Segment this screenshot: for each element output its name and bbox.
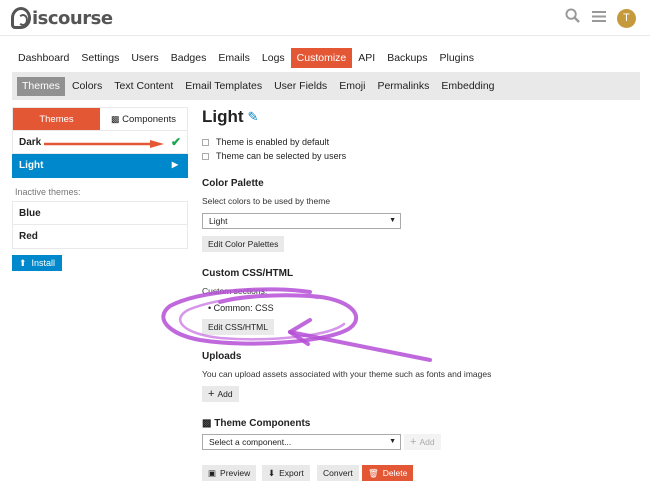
install-button[interactable]: ⬆ Install: [12, 255, 63, 271]
component-select[interactable]: Select a component... ▼: [202, 434, 401, 450]
chevron-right-icon: ▶: [171, 160, 178, 169]
uploads-desc: You can upload assets associated with yo…: [202, 369, 492, 379]
desktop-icon: ▣: [208, 467, 217, 478]
logo-text: iscourse: [32, 7, 113, 29]
custom-css-heading: Custom CSS/HTML: [202, 268, 294, 279]
plus-icon: +: [208, 388, 215, 400]
site-header: iscourse T: [0, 0, 650, 36]
pencil-icon[interactable]: ✎: [248, 109, 259, 125]
selectable-checkbox-row[interactable]: Theme can be selected by users: [202, 149, 346, 163]
theme-name: Light: [19, 160, 44, 171]
download-icon: ⬇: [268, 467, 276, 478]
nav-backups[interactable]: Backups: [381, 48, 433, 68]
default-theme-checkbox[interactable]: [202, 138, 209, 146]
css-section-item: • Common: CSS: [208, 303, 274, 313]
customize-subnav: Themes Colors Text Content Email Templat…: [12, 72, 640, 100]
nav-emails[interactable]: Emails: [212, 48, 256, 68]
custom-sections-label: Custom sections:: [202, 286, 268, 296]
tab-themes[interactable]: Themes: [13, 108, 100, 130]
page-title: Light: [202, 107, 244, 126]
subnav-themes[interactable]: Themes: [17, 76, 65, 96]
default-theme-checkbox-row[interactable]: Theme is enabled by default: [202, 135, 329, 149]
puzzle-icon: ▩: [202, 418, 212, 429]
uploads-heading: Uploads: [202, 351, 242, 362]
install-label: Install: [31, 258, 56, 268]
add-component-button[interactable]: + Add: [404, 434, 441, 450]
search-icon[interactable]: [563, 8, 581, 29]
select-value: Light: [209, 216, 228, 226]
nav-plugins[interactable]: Plugins: [434, 48, 480, 68]
nav-settings[interactable]: Settings: [75, 48, 125, 68]
hamburger-menu-icon[interactable]: [590, 9, 608, 29]
nav-customize[interactable]: Customize: [290, 48, 353, 68]
select-value: Select a component...: [209, 437, 292, 447]
checkmark-icon: ✔: [170, 135, 181, 149]
nav-users[interactable]: Users: [125, 48, 164, 68]
user-avatar[interactable]: T: [617, 9, 636, 28]
nav-logs[interactable]: Logs: [256, 48, 291, 68]
preview-label: Preview: [220, 468, 251, 478]
caret-down-icon: ▼: [389, 217, 396, 224]
theme-item-red[interactable]: Red: [12, 225, 188, 249]
theme-detail: Light ✎: [202, 107, 622, 127]
edit-color-palettes-button[interactable]: Edit Color Palettes: [202, 236, 285, 252]
discourse-logo[interactable]: iscourse: [11, 6, 113, 30]
preview-button[interactable]: ▣ Preview: [202, 465, 257, 481]
nav-api[interactable]: API: [352, 48, 381, 68]
export-button[interactable]: ⬇ Export: [262, 465, 310, 481]
subnav-emoji[interactable]: Emoji: [334, 77, 370, 96]
theme-item-blue[interactable]: Blue: [12, 201, 188, 225]
theme-components-heading: ▩ Theme Components: [202, 418, 310, 429]
nav-badges[interactable]: Badges: [165, 48, 213, 68]
upload-icon: ⬆: [19, 257, 27, 268]
plus-icon: +: [410, 436, 417, 448]
bullet-icon: •: [208, 303, 212, 313]
add-label: Add: [217, 389, 233, 399]
add-upload-button[interactable]: + Add: [202, 386, 239, 402]
export-label: Export: [279, 468, 304, 478]
delete-label: Delete: [382, 468, 408, 478]
subnav-email-templates[interactable]: Email Templates: [180, 77, 267, 96]
puzzle-icon: ▩: [110, 114, 120, 124]
delete-button[interactable]: 🗑 Delete: [362, 465, 414, 481]
inactive-themes-label: Inactive themes:: [15, 187, 81, 197]
nav-dashboard[interactable]: Dashboard: [12, 48, 75, 68]
selectable-label: Theme can be selected by users: [216, 151, 347, 161]
tab-components[interactable]: ▩ Components: [100, 108, 187, 130]
subnav-embedding[interactable]: Embedding: [436, 77, 499, 96]
selectable-checkbox[interactable]: [202, 152, 209, 160]
color-palette-desc: Select colors to be used by theme: [202, 196, 331, 206]
color-palette-select[interactable]: Light ▼: [202, 213, 401, 229]
convert-button[interactable]: Convert: [317, 465, 359, 481]
theme-name: Dark: [19, 136, 42, 148]
theme-name: Red: [19, 231, 38, 242]
subnav-text-content[interactable]: Text Content: [109, 77, 178, 96]
tab-components-label: Components: [122, 114, 177, 125]
css-section-label: Common: CSS: [213, 303, 274, 313]
subnav-permalinks[interactable]: Permalinks: [372, 77, 434, 96]
admin-nav: Dashboard Settings Users Badges Emails L…: [12, 48, 480, 68]
theme-item-light[interactable]: Light ▶: [12, 154, 188, 178]
themes-sidebar: Themes ▩ Components Dark ✔ Light ▶ Inact…: [12, 107, 188, 271]
subnav-colors[interactable]: Colors: [67, 77, 107, 96]
theme-components-label: Theme Components: [214, 418, 311, 429]
subnav-user-fields[interactable]: User Fields: [269, 77, 332, 96]
default-theme-label: Theme is enabled by default: [216, 137, 330, 147]
add-label: Add: [419, 437, 435, 447]
color-palette-heading: Color Palette: [202, 178, 264, 189]
trash-icon: 🗑: [368, 467, 379, 478]
logo-mark-icon: [11, 7, 31, 29]
caret-down-icon: ▼: [389, 438, 396, 445]
edit-css-html-button[interactable]: Edit CSS/HTML: [202, 319, 274, 335]
theme-name: Blue: [19, 207, 41, 219]
annotation-red-arrow: [44, 140, 164, 148]
